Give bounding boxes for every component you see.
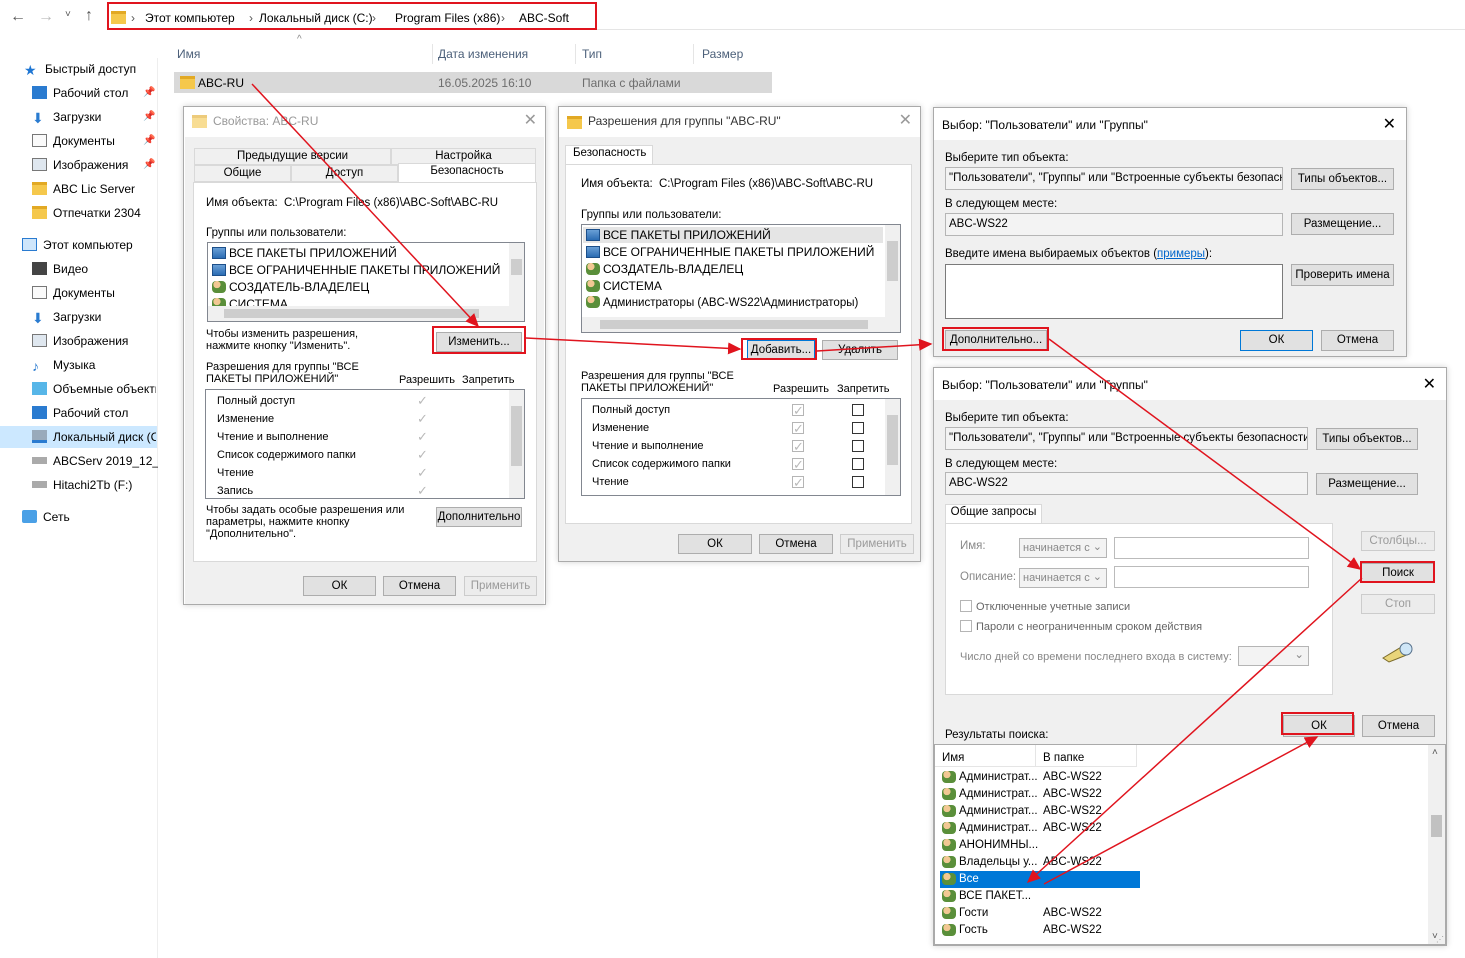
arrow-search-to-everyone: [1026, 577, 1363, 884]
arrow-add-to-select: [816, 338, 933, 352]
arrow-everyone-to-ok: [1043, 736, 1319, 885]
arrow-edit-to-add: [525, 337, 742, 355]
annotation-arrows: [251, 83, 1363, 885]
arrow-advanced-to-search: [1048, 338, 1362, 570]
arrow-folder-to-edit: [251, 83, 480, 328]
